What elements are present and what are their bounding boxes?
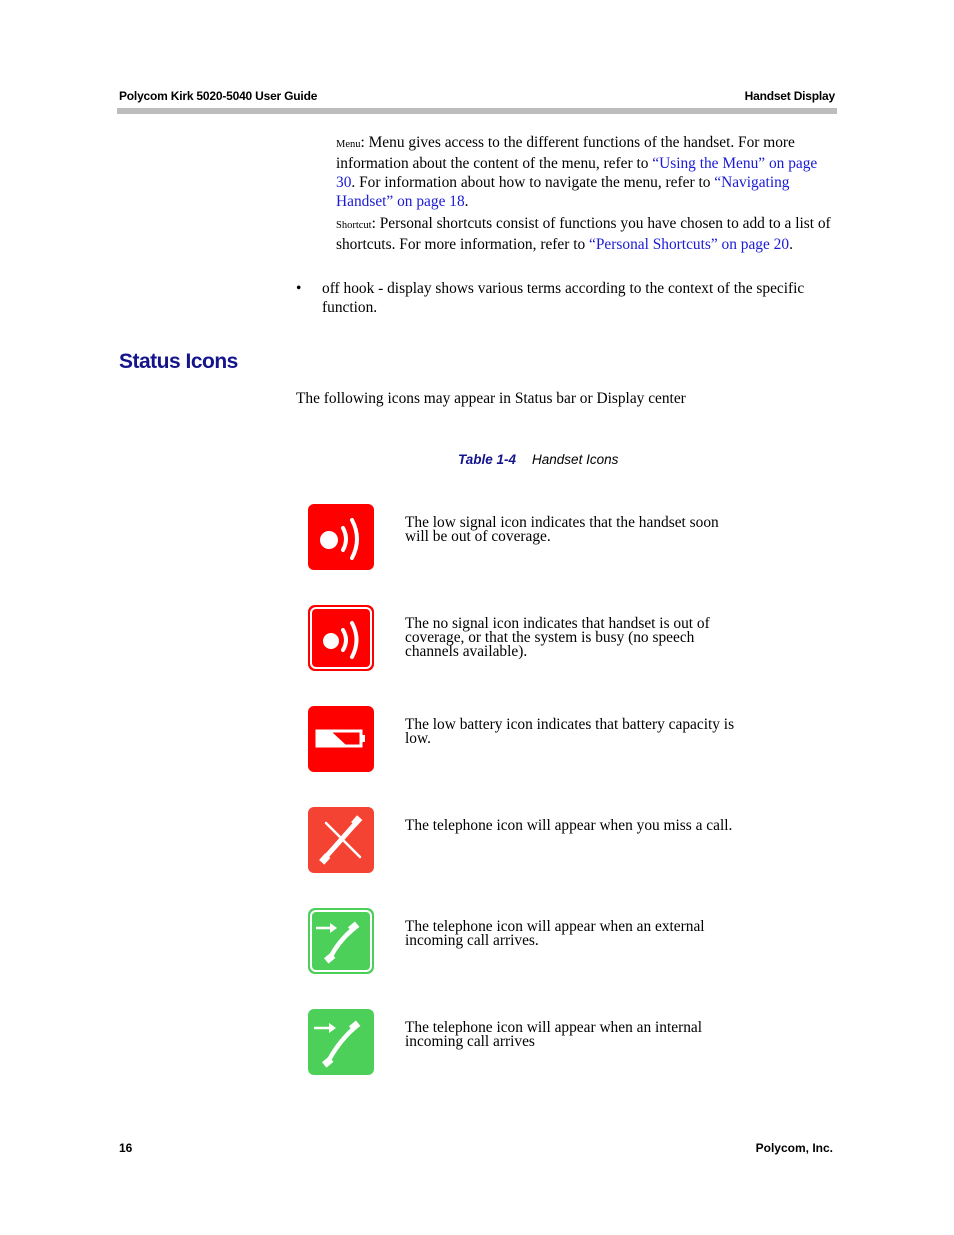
shortcut-term: Shortcut <box>336 220 372 231</box>
menu-term: Menu <box>336 139 361 150</box>
table-caption-title: Handset Icons <box>532 452 619 467</box>
no-signal-icon <box>308 605 374 671</box>
row-description: The telephone icon will appear when an i… <box>405 1019 703 1050</box>
external-incoming-call-icon <box>308 908 374 974</box>
row-description: The telephone icon will appear when an e… <box>405 918 705 949</box>
table-row: The no signal icon indicates that handse… <box>308 605 748 673</box>
bullet-icon: • <box>296 280 302 297</box>
low-battery-icon <box>308 706 374 772</box>
bullet-text: off hook - display shows various terms a… <box>322 280 805 316</box>
page-number: 16 <box>119 1141 133 1155</box>
footer-company: Polycom, Inc. <box>755 1141 833 1155</box>
missed-call-icon <box>308 807 374 873</box>
table-row: The telephone icon will appear when an e… <box>308 908 748 976</box>
table-row: The low signal icon indicates that the h… <box>308 504 748 572</box>
header-section-title: Handset Display <box>744 89 836 103</box>
table-row: The telephone icon will appear when you … <box>308 807 748 875</box>
low-signal-icon <box>308 504 374 570</box>
header-divider <box>117 108 837 114</box>
table-caption: Table 1-4 Handset Icons <box>458 452 618 467</box>
row-description: The telephone icon will appear when you … <box>405 817 733 834</box>
internal-incoming-call-icon <box>308 1009 374 1075</box>
header-doc-title: Polycom Kirk 5020-5040 User Guide <box>119 89 318 103</box>
shortcut-paragraph: Shortcut: Personal shortcuts consist of … <box>336 214 836 254</box>
row-description: The no signal icon indicates that handse… <box>405 615 710 660</box>
table-caption-number: Table 1-4 <box>458 452 517 467</box>
row-description: The low signal icon indicates that the h… <box>405 514 719 545</box>
menu-paragraph: Menu: Menu gives access to the different… <box>336 133 836 211</box>
personal-shortcuts-link[interactable]: “Personal Shortcuts” on page 20 <box>589 236 789 253</box>
table-row: The telephone icon will appear when an i… <box>308 1009 748 1077</box>
section-heading: Status Icons <box>119 350 238 373</box>
menu-text: . For information about how to navigate … <box>351 174 715 191</box>
shortcut-text: . <box>789 236 793 253</box>
section-intro: The following icons may appear in Status… <box>296 390 686 407</box>
menu-text: . <box>464 193 469 210</box>
table-row: The low battery icon indicates that batt… <box>308 706 748 774</box>
row-description: The low battery icon indicates that batt… <box>405 716 735 747</box>
